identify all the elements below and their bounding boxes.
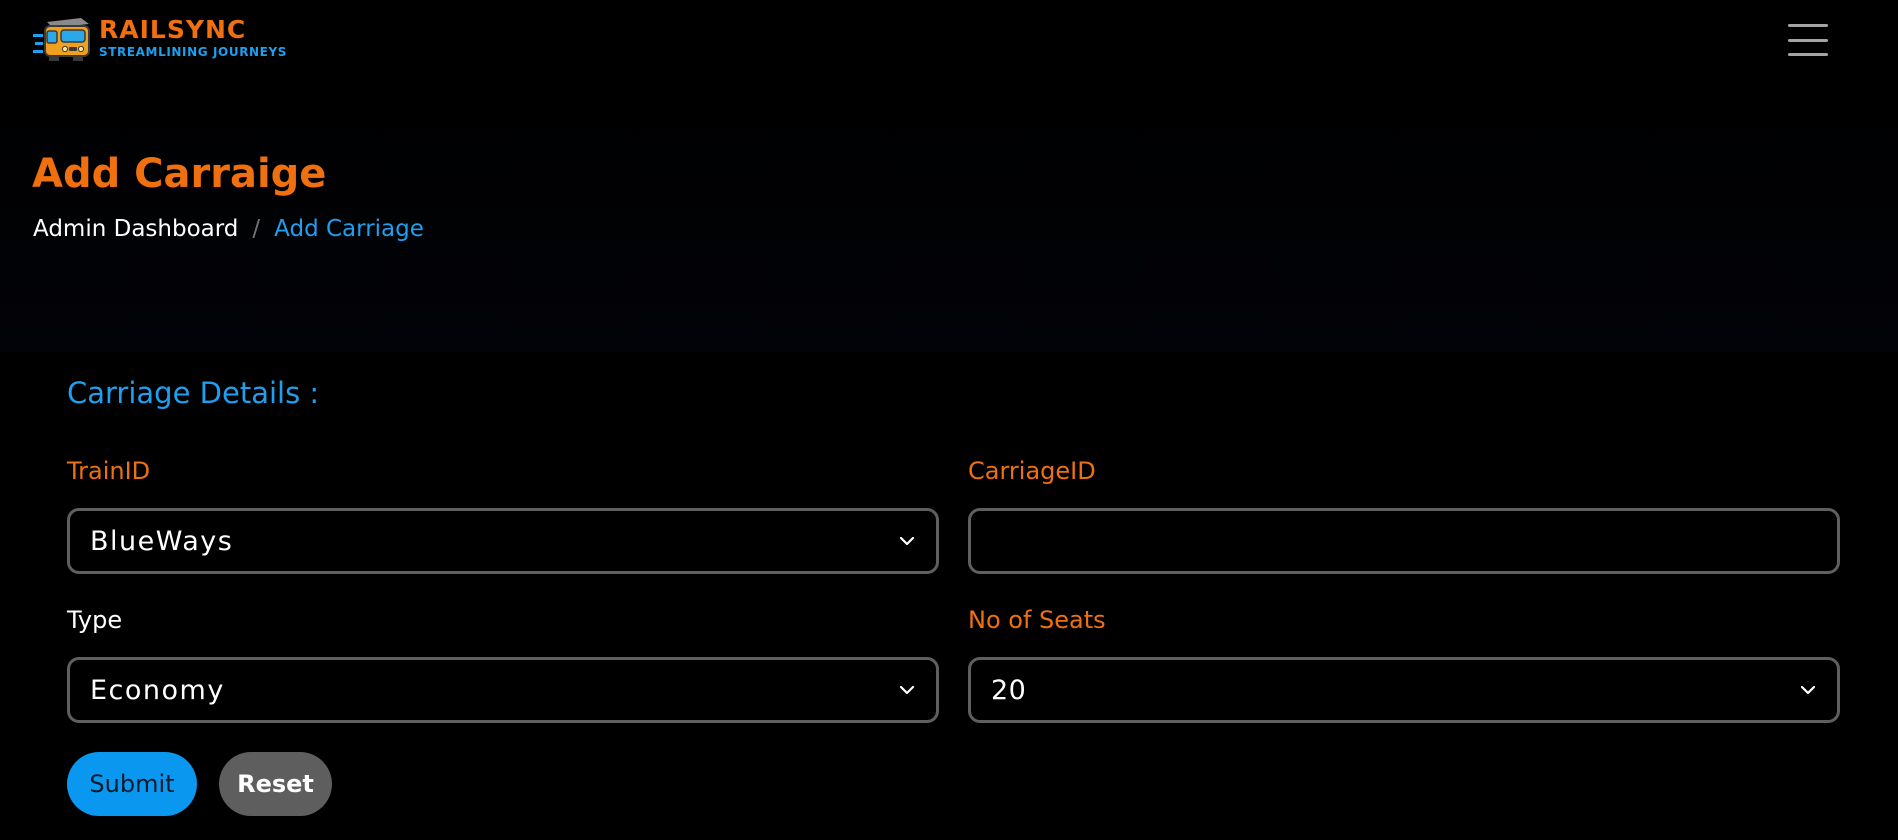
brand-text: RAILSYNC STREAMLINING JOURNEYS: [99, 16, 287, 60]
breadcrumb: Admin Dashboard / Add Carriage: [33, 214, 424, 244]
carriage-id-label: CarriageID: [968, 457, 1096, 485]
train-id-label: TrainID: [67, 457, 151, 485]
page: RAILSYNC STREAMLINING JOURNEYS Add Carra…: [0, 0, 1898, 840]
type-label: Type: [67, 606, 123, 634]
menu-bar: [1788, 24, 1828, 27]
submit-button[interactable]: Submit: [67, 752, 197, 816]
breadcrumb-current: Add Carriage: [274, 216, 424, 242]
hamburger-menu-icon[interactable]: [1786, 22, 1830, 58]
train-id-value: BlueWays: [90, 525, 234, 557]
brand-tagline: STREAMLINING JOURNEYS: [99, 45, 288, 59]
seats-label: No of Seats: [968, 606, 1106, 634]
chevron-down-icon: [1800, 685, 1816, 695]
chevron-down-icon: [899, 685, 915, 695]
section-title: Carriage Details :: [67, 376, 320, 410]
seats-value: 20: [991, 674, 1027, 706]
menu-bar: [1788, 53, 1828, 56]
breadcrumb-admin-dashboard-link[interactable]: Admin Dashboard: [33, 214, 238, 244]
type-select[interactable]: Economy: [67, 657, 939, 723]
menu-bar: [1788, 38, 1828, 42]
chevron-down-icon: [899, 536, 915, 546]
seats-select[interactable]: 20: [968, 657, 1840, 723]
train-logo-icon: [33, 18, 90, 61]
type-value: Economy: [90, 674, 225, 706]
breadcrumb-separator: /: [252, 216, 261, 242]
page-header: Add Carraige Admin Dashboard / Add Carri…: [0, 82, 1898, 352]
brand[interactable]: RAILSYNC STREAMLINING JOURNEYS: [33, 14, 287, 64]
carriage-form: Carriage Details : TrainID BlueWays Carr…: [0, 352, 1898, 840]
brand-name: RAILSYNC: [99, 15, 247, 44]
page-title: Add Carraige: [32, 151, 327, 197]
train-id-select[interactable]: BlueWays: [67, 508, 939, 574]
reset-button[interactable]: Reset: [219, 752, 332, 816]
navbar: RAILSYNC STREAMLINING JOURNEYS: [0, 0, 1898, 82]
carriage-id-input[interactable]: [968, 508, 1840, 574]
